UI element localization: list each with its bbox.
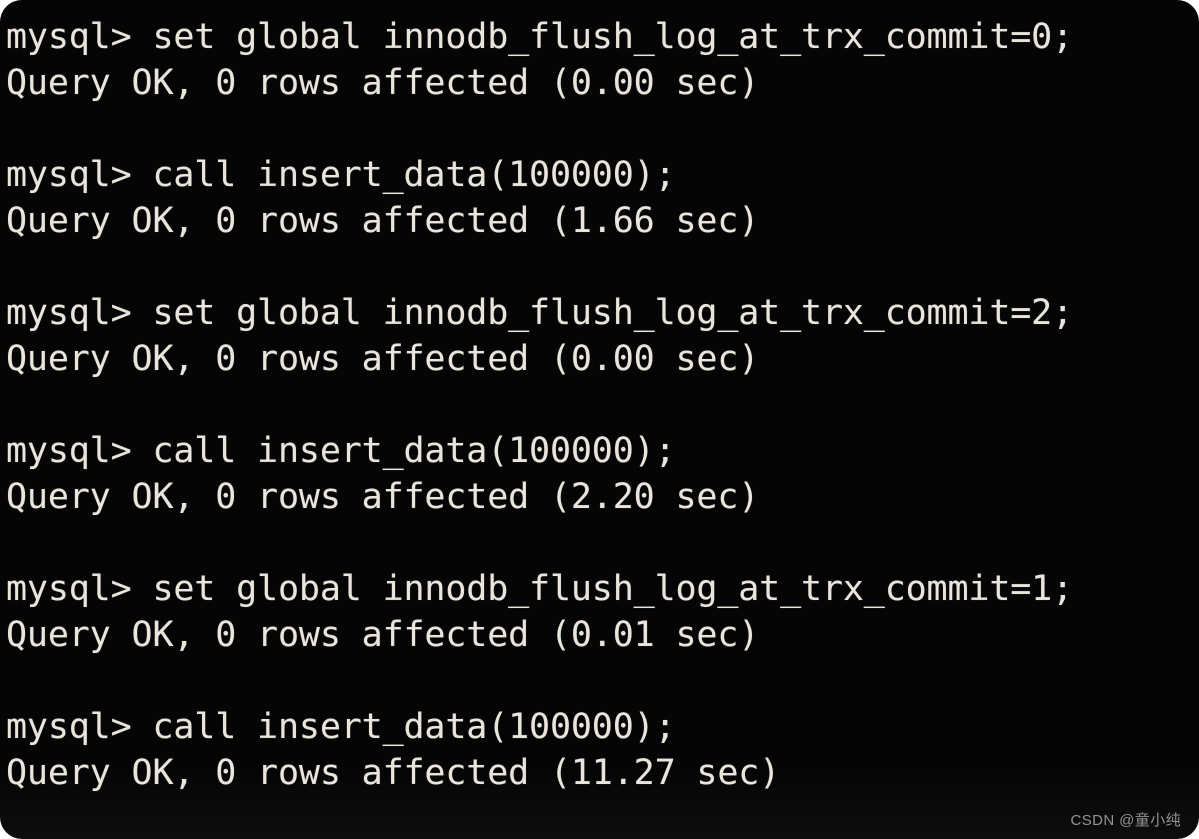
watermark: CSDN @童小纯 xyxy=(1070,812,1181,829)
terminal-result-line: Query OK, 0 rows affected (0.00 sec) xyxy=(6,339,760,379)
terminal-window[interactable]: mysql> set global innodb_flush_log_at_tr… xyxy=(0,0,1199,839)
terminal-output: mysql> set global innodb_flush_log_at_tr… xyxy=(6,14,1199,796)
terminal-command-line: mysql> call insert_data(100000); xyxy=(6,707,676,747)
terminal-command-line: mysql> call insert_data(100000); xyxy=(6,431,676,471)
terminal-result-line: Query OK, 0 rows affected (2.20 sec) xyxy=(6,477,760,517)
terminal-command-line: mysql> call insert_data(100000); xyxy=(6,155,676,195)
terminal-command-line: mysql> set global innodb_flush_log_at_tr… xyxy=(6,569,1074,609)
terminal-result-line: Query OK, 0 rows affected (1.66 sec) xyxy=(6,201,760,241)
terminal-command-line: mysql> set global innodb_flush_log_at_tr… xyxy=(6,293,1074,333)
terminal-command-line: mysql> set global innodb_flush_log_at_tr… xyxy=(6,17,1074,57)
terminal-result-line: Query OK, 0 rows affected (11.27 sec) xyxy=(6,753,781,793)
terminal-result-line: Query OK, 0 rows affected (0.00 sec) xyxy=(6,63,760,103)
terminal-result-line: Query OK, 0 rows affected (0.01 sec) xyxy=(6,615,760,655)
